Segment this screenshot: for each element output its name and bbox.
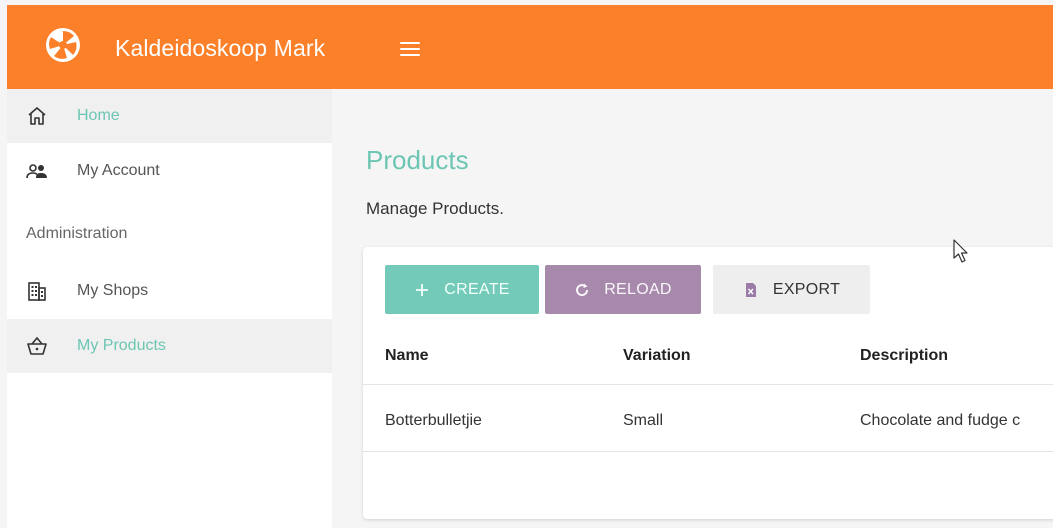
- hamburger-icon[interactable]: [400, 42, 420, 58]
- sidebar-item-home[interactable]: Home: [7, 89, 332, 143]
- header-divider: [363, 384, 1053, 385]
- sidebar-item-label: Home: [77, 107, 120, 124]
- section-label-administration: Administration: [26, 225, 128, 242]
- mouse-cursor-icon: [953, 239, 968, 263]
- export-button[interactable]: EXPORT: [713, 265, 870, 314]
- create-button-label: CREATE: [444, 280, 510, 298]
- reload-button[interactable]: RELOAD: [545, 265, 701, 314]
- users-icon: [26, 164, 47, 179]
- page-subtitle: Manage Products.: [366, 199, 504, 218]
- home-icon: [28, 107, 46, 125]
- column-header-description[interactable]: Description: [860, 347, 948, 365]
- refresh-icon: [576, 283, 589, 296]
- export-button-label: EXPORT: [772, 280, 841, 298]
- create-button[interactable]: CREATE: [385, 265, 539, 314]
- plus-icon: [416, 283, 429, 296]
- main-content: Products Manage Products. CREATE RELOAD …: [332, 89, 1053, 528]
- sidebar-item-my-products[interactable]: My Products: [7, 319, 332, 373]
- cell-description: Chocolate and fudge c: [860, 412, 1021, 429]
- sidebar-item-label: My Products: [77, 337, 166, 354]
- products-card: CREATE RELOAD EXPORT Name Variation Desc…: [363, 247, 1053, 519]
- sidebar: Home My Account Administration My Shops: [7, 89, 332, 528]
- aperture-icon: [46, 28, 80, 62]
- sidebar-item-label: My Shops: [77, 282, 149, 299]
- basket-icon: [27, 336, 47, 355]
- sidebar-item-my-shops[interactable]: My Shops: [7, 264, 332, 318]
- excel-file-icon: [745, 282, 756, 297]
- sidebar-item-my-account[interactable]: My Account: [7, 144, 332, 198]
- app-title: Kaldeidoskoop Mark: [115, 35, 326, 61]
- top-app-bar: Kaldeidoskoop Mark: [7, 5, 1053, 89]
- building-icon: [28, 282, 46, 301]
- cell-variation: Small: [623, 412, 664, 429]
- cell-name: Botterbulletjie: [385, 412, 482, 429]
- row-divider: [363, 451, 1053, 452]
- page-title: Products: [366, 145, 469, 175]
- reload-button-label: RELOAD: [604, 280, 672, 298]
- sidebar-item-label: My Account: [77, 162, 160, 179]
- column-header-name[interactable]: Name: [385, 347, 429, 365]
- column-header-variation[interactable]: Variation: [623, 347, 691, 365]
